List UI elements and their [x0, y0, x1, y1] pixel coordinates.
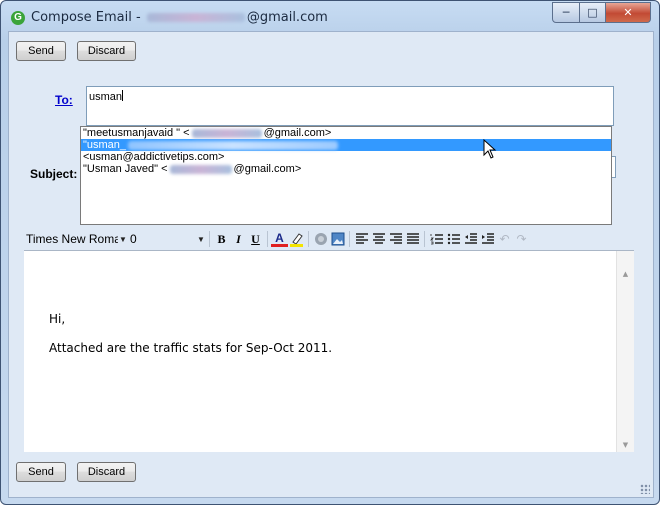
title-prefix: Compose Email - — [31, 10, 145, 25]
compose-email-window: G Compose Email - @gmail.com ─ □ ✕ Send … — [0, 0, 660, 505]
toolbar-separator — [209, 231, 210, 247]
bulleted-list-icon[interactable] — [445, 231, 462, 248]
close-button[interactable]: ✕ — [606, 2, 651, 23]
scroll-down-icon[interactable]: ▼ — [619, 439, 632, 452]
toolbar-separator — [424, 231, 425, 247]
align-right-icon[interactable] — [387, 231, 404, 248]
discard-button-bottom[interactable]: Discard — [77, 462, 136, 482]
undo-icon[interactable]: ↶ — [496, 231, 513, 248]
subject-label: Subject: — [30, 167, 78, 181]
window-controls: ─ □ ✕ — [552, 2, 651, 23]
title-bar[interactable]: G Compose Email - @gmail.com ─ □ ✕ — [1, 1, 659, 31]
toolbar-separator — [308, 231, 309, 247]
message-editor[interactable]: Hi, Attached are the traffic stats for S… — [24, 250, 634, 452]
to-label-link[interactable]: To: — [55, 93, 73, 107]
link-icon[interactable] — [312, 231, 329, 248]
suggestion-item-selected[interactable]: "usman_ — [81, 139, 611, 151]
suggestion-item[interactable]: "meetusmanjavaid " < @gmail.com> — [81, 127, 611, 139]
font-family-select[interactable]: Times New Roman — [24, 231, 118, 247]
minimize-icon: ─ — [562, 6, 570, 19]
maximize-button[interactable]: □ — [580, 2, 606, 23]
to-input[interactable]: usman — [86, 86, 614, 126]
bold-button[interactable]: B — [213, 231, 230, 248]
font-family-dropdown-icon[interactable]: ▼ — [118, 235, 128, 244]
title-suffix: @gmail.com — [246, 10, 328, 25]
font-size-dropdown-icon[interactable]: ▼ — [196, 235, 206, 244]
font-color-icon[interactable]: A — [271, 231, 288, 247]
editor-greeting: Hi, — [49, 312, 66, 326]
app-icon: G — [11, 11, 25, 25]
editor-body-line: Attached are the traffic stats for Sep-O… — [49, 341, 333, 355]
indent-icon[interactable] — [479, 231, 496, 248]
mouse-pointer-icon — [483, 139, 497, 159]
outdent-icon[interactable] — [462, 231, 479, 248]
close-icon: ✕ — [623, 6, 633, 19]
align-left-icon[interactable] — [353, 231, 370, 248]
minimize-button[interactable]: ─ — [552, 2, 580, 23]
text-caret — [122, 90, 124, 101]
underline-button[interactable]: U — [247, 231, 264, 248]
redo-icon[interactable]: ↷ — [513, 231, 530, 248]
highlight-icon[interactable] — [288, 231, 305, 248]
suggestion-item[interactable]: "Usman Javed" < @gmail.com> — [81, 163, 611, 175]
discard-button-top[interactable]: Discard — [77, 41, 136, 61]
scroll-up-icon[interactable]: ▲ — [619, 268, 632, 281]
window-title: Compose Email - @gmail.com — [31, 10, 328, 25]
resize-grip-icon[interactable] — [640, 484, 650, 494]
to-input-value: usman — [89, 91, 123, 103]
insert-image-icon[interactable] — [329, 231, 346, 248]
justify-icon[interactable] — [404, 231, 421, 248]
align-center-icon[interactable] — [370, 231, 387, 248]
editor-vertical-scrollbar[interactable]: ▲ ▼ — [616, 251, 634, 452]
toolbar-separator — [349, 231, 350, 247]
autocomplete-dropdown: "meetusmanjavaid " < @gmail.com> "usman_ … — [80, 126, 612, 225]
format-toolbar: Times New Roman ▼ 0 ▼ B I U A ↶ ↷ — [24, 228, 634, 250]
numbered-list-icon[interactable] — [428, 231, 445, 248]
toolbar-separator — [267, 231, 268, 247]
redacted-email — [146, 13, 245, 22]
compose-form: Send Discard To: usman Subject: "meetusm… — [8, 31, 654, 498]
send-button-top[interactable]: Send — [16, 41, 66, 61]
italic-button[interactable]: I — [230, 231, 247, 248]
font-size-select[interactable]: 0 — [128, 231, 196, 247]
send-button-bottom[interactable]: Send — [16, 462, 66, 482]
suggestion-item[interactable]: <usman@addictivetips.com> — [81, 151, 611, 163]
maximize-icon: □ — [587, 6, 598, 19]
